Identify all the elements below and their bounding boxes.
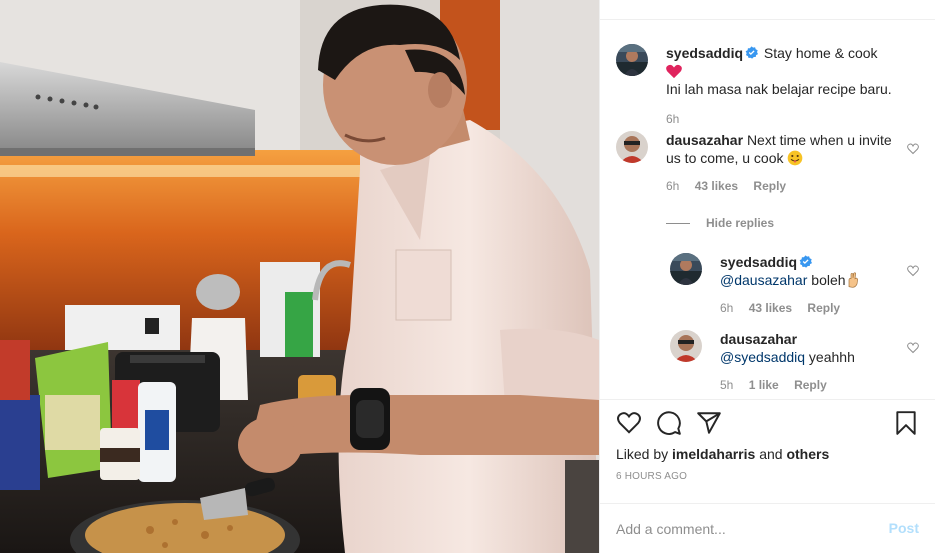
comment-item: dausazahar Next time when u invite us to… bbox=[616, 131, 919, 193]
avatar-syedsaddiq-icon bbox=[616, 44, 648, 76]
post-timestamp[interactable]: 6 HOURS AGO bbox=[616, 471, 687, 482]
verified-badge-icon bbox=[799, 255, 813, 268]
comment-reply-button[interactable]: Reply bbox=[753, 179, 786, 193]
reply-username[interactable]: syedsaddiq bbox=[720, 254, 797, 270]
verified-badge-icon bbox=[745, 46, 759, 59]
comment-username[interactable]: dausazahar bbox=[666, 132, 743, 148]
reply-item: syedsaddiq @dausazahar boleh 6h 43 likes… bbox=[670, 253, 919, 315]
caption-text: syedsaddiq Stay home & cook Ini lah masa… bbox=[666, 44, 919, 98]
liked-by-others[interactable]: others bbox=[786, 446, 829, 462]
tongue-emoji-icon bbox=[788, 150, 803, 166]
comments-list[interactable]: syedsaddiq Stay home & cook Ini lah masa… bbox=[600, 21, 935, 399]
reply-likes[interactable]: 43 likes bbox=[749, 301, 792, 315]
hide-replies-label: Hide replies bbox=[706, 216, 775, 230]
reply-username[interactable]: dausazahar bbox=[720, 331, 797, 347]
liked-by-prefix: Liked by bbox=[616, 446, 673, 462]
ok-hand-emoji-icon bbox=[848, 272, 858, 288]
reply-meta: 5h 1 like Reply bbox=[720, 378, 919, 392]
paper-plane-icon[interactable] bbox=[696, 410, 722, 436]
reply-likes[interactable]: 1 like bbox=[749, 378, 779, 392]
hide-replies-button[interactable]: Hide replies bbox=[666, 216, 774, 230]
comment-bubble-icon[interactable] bbox=[656, 410, 682, 436]
heart-icon[interactable] bbox=[616, 410, 642, 436]
avatar[interactable] bbox=[670, 330, 702, 362]
liked-by-middle: and bbox=[755, 446, 787, 462]
comment-likes[interactable]: 43 likes bbox=[695, 179, 738, 193]
bookmark-icon[interactable] bbox=[893, 410, 919, 436]
liked-by-user[interactable]: imeldaharris bbox=[672, 446, 755, 462]
photo-man-cooking bbox=[0, 0, 599, 553]
hide-replies-line bbox=[666, 222, 690, 224]
comment-text: dausazahar Next time when u invite us to… bbox=[666, 131, 919, 167]
caption-line2: Ini lah masa nak belajar recipe baru. bbox=[666, 81, 892, 97]
reply-mention[interactable]: @dausazahar bbox=[720, 272, 807, 288]
caption-meta: 6h bbox=[666, 112, 919, 126]
like-comment-heart-icon[interactable] bbox=[907, 143, 919, 155]
avatar[interactable] bbox=[616, 44, 648, 76]
caption-line1: Stay home & cook bbox=[763, 45, 878, 61]
reply-time[interactable]: 6h bbox=[720, 301, 733, 315]
caption-comment: syedsaddiq Stay home & cook Ini lah masa… bbox=[616, 44, 919, 126]
avatar-syedsaddiq-icon bbox=[670, 253, 702, 285]
like-comment-heart-icon[interactable] bbox=[907, 265, 919, 277]
like-comment-heart-icon[interactable] bbox=[907, 342, 919, 354]
reply-mention[interactable]: @syedsaddiq bbox=[720, 349, 805, 365]
comment-meta: 6h 43 likes Reply bbox=[666, 179, 919, 193]
caption-time[interactable]: 6h bbox=[666, 112, 679, 126]
liked-by-text: Liked by imeldaharris and others bbox=[616, 446, 829, 462]
post-comment-button[interactable]: Post bbox=[889, 520, 919, 536]
add-comment-input[interactable] bbox=[616, 514, 866, 544]
reply-reply-button[interactable]: Reply bbox=[807, 301, 840, 315]
add-comment-bar: Post bbox=[600, 503, 935, 553]
reply-time[interactable]: 5h bbox=[720, 378, 733, 392]
post-side-panel: syedsaddiq Stay home & cook Ini lah masa… bbox=[599, 0, 935, 553]
caption-username[interactable]: syedsaddiq bbox=[666, 45, 743, 61]
post-actions: Liked by imeldaharris and others 6 HOURS… bbox=[600, 399, 935, 503]
avatar[interactable] bbox=[670, 253, 702, 285]
reply-meta: 6h 43 likes Reply bbox=[720, 301, 919, 315]
avatar[interactable] bbox=[616, 131, 648, 163]
reply-text: dausazahar @syedsaddiq yeahhh bbox=[720, 330, 919, 366]
avatar-dausazahar-icon bbox=[670, 330, 702, 362]
reply-text: syedsaddiq @dausazahar boleh bbox=[720, 253, 919, 289]
reply-item: dausazahar @syedsaddiq yeahhh 5h 1 like … bbox=[670, 330, 919, 392]
action-icons bbox=[616, 410, 919, 438]
panel-header bbox=[600, 0, 935, 20]
reply-body: yeahhh bbox=[805, 349, 855, 365]
avatar-dausazahar-icon bbox=[616, 131, 648, 163]
reply-body: boleh bbox=[807, 272, 846, 288]
red-heart-emoji-icon bbox=[666, 64, 682, 79]
comment-time[interactable]: 6h bbox=[666, 179, 679, 193]
reply-reply-button[interactable]: Reply bbox=[794, 378, 827, 392]
post-photo[interactable] bbox=[0, 0, 599, 553]
